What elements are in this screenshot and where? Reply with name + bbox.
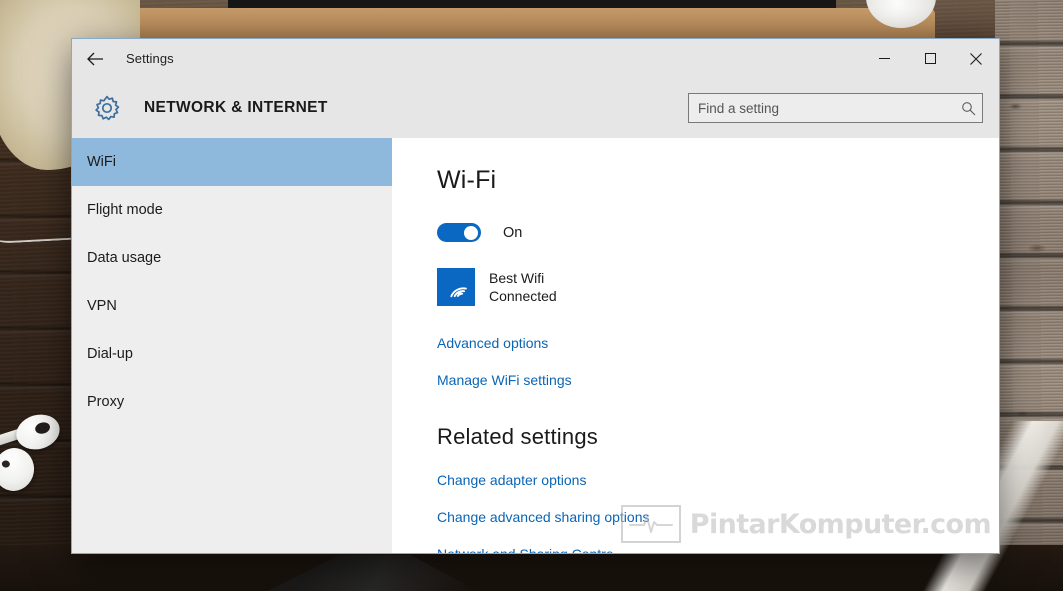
wifi-toggle-switch[interactable]: [437, 223, 481, 242]
wifi-toggle-row: On: [437, 223, 999, 242]
close-icon: [970, 52, 982, 65]
page-title: NETWORK & INTERNET: [144, 99, 328, 116]
settings-window: Settings NETWORK & INTERNET Find a setti…: [71, 38, 1000, 554]
sidebar-item-label: Proxy: [87, 394, 125, 410]
maximize-icon: [924, 53, 936, 64]
window-title: Settings: [126, 51, 174, 66]
sidebar-item-proxy[interactable]: Proxy: [72, 378, 392, 426]
wifi-signal-icon: [437, 268, 475, 306]
sidebar-item-label: WiFi: [87, 154, 116, 170]
link-network-and-sharing-centre[interactable]: Network and Sharing Centre: [437, 546, 614, 553]
search-input[interactable]: [688, 93, 983, 123]
tan-wood-object: [55, 8, 935, 42]
back-button[interactable]: [72, 39, 118, 78]
watermark-text: PintarKomputer.com: [689, 508, 992, 540]
network-text: Best Wifi Connected: [489, 269, 557, 306]
network-status: Connected: [489, 288, 557, 304]
toggle-knob: [464, 225, 478, 240]
maximize-button[interactable]: [907, 39, 953, 78]
settings-sidebar: WiFi Flight mode Data usage VPN Dial-up …: [72, 138, 392, 553]
sidebar-item-flight-mode[interactable]: Flight mode: [72, 186, 392, 234]
sidebar-item-label: VPN: [87, 298, 117, 314]
sidebar-item-vpn[interactable]: VPN: [72, 282, 392, 330]
window-body: WiFi Flight mode Data usage VPN Dial-up …: [72, 138, 999, 553]
search-container: [688, 93, 983, 123]
related-settings-title: Related settings: [437, 424, 598, 449]
connected-network-row[interactable]: Best Wifi Connected: [437, 268, 999, 306]
sidebar-item-wifi[interactable]: WiFi: [72, 138, 392, 186]
wifi-toggle-state-label: On: [503, 224, 523, 241]
search-icon[interactable]: [958, 98, 978, 118]
title-bar: Settings: [72, 39, 999, 78]
link-change-adapter-options[interactable]: Change adapter options: [437, 472, 586, 488]
sidebar-item-data-usage[interactable]: Data usage: [72, 234, 392, 282]
window-controls: [861, 39, 999, 78]
wifi-section-title: Wi-Fi: [437, 166, 497, 194]
network-name: Best Wifi: [489, 269, 545, 286]
settings-content: Wi-Fi On Best Wifi Connected Advanced op…: [392, 138, 999, 553]
link-change-advanced-sharing-options[interactable]: Change advanced sharing options: [437, 509, 650, 525]
gear-icon: [86, 94, 128, 122]
sidebar-item-label: Data usage: [87, 250, 162, 266]
desktop-background: Settings NETWORK & INTERNET Find a setti…: [0, 0, 1063, 591]
page-header: NETWORK & INTERNET: [72, 78, 999, 138]
back-arrow-icon: [86, 52, 103, 65]
sidebar-item-label: Dial-up: [87, 346, 133, 362]
watermark: PintarKomputer.com: [620, 505, 992, 543]
sidebar-item-label: Flight mode: [87, 202, 163, 218]
close-button[interactable]: [953, 39, 999, 78]
minimize-button[interactable]: [861, 39, 907, 78]
link-advanced-options[interactable]: Advanced options: [437, 335, 548, 351]
sidebar-item-dial-up[interactable]: Dial-up: [72, 330, 392, 378]
link-manage-wifi-settings[interactable]: Manage WiFi settings: [437, 372, 572, 388]
minimize-icon: [878, 58, 890, 59]
